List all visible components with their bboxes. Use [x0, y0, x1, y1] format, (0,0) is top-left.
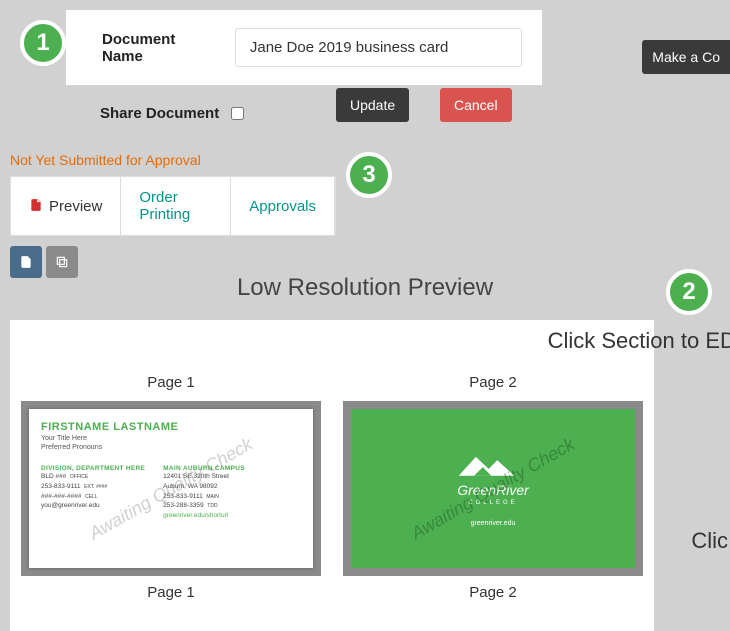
- card-left-header: DIVISION, DEPARTMENT HERE: [41, 465, 145, 472]
- card-right-header: MAIN AUBURN CAMPUS: [163, 465, 245, 472]
- document-name-panel: Document Name: [66, 10, 542, 85]
- annotation-badge-1: 1: [20, 20, 66, 66]
- tab-order-label: Order Printing: [139, 189, 212, 223]
- logo-text: GreenRiver: [457, 482, 529, 498]
- preview-title: Low Resolution Preview: [0, 274, 730, 302]
- document-name-label: Document Name: [102, 31, 217, 65]
- annotation-badge-2: 2: [666, 269, 712, 315]
- document-icon: [19, 255, 33, 269]
- copy-icon: [55, 255, 69, 269]
- share-document-label: Share Document: [100, 105, 219, 122]
- page-2-preview[interactable]: GreenRiver COLLEGE greenriver.edu Awaiti…: [343, 401, 643, 576]
- cancel-button[interactable]: Cancel: [440, 88, 512, 122]
- card-back-url: greenriver.edu: [471, 520, 516, 527]
- copy-tool-button[interactable]: [46, 246, 78, 278]
- click-below-text: Clic: [691, 528, 728, 554]
- page-1-preview[interactable]: FIRSTNAME LASTNAME Your Title Here Prefe…: [21, 401, 321, 576]
- tab-preview[interactable]: Preview: [11, 177, 121, 235]
- preview-area: Click Section to EDI Clic Page 1 FIRSTNA…: [10, 320, 654, 631]
- page-1-label-bottom: Page 1: [21, 584, 321, 601]
- annotation-badge-3: 3: [346, 152, 392, 198]
- page-1-label-top: Page 1: [21, 374, 321, 391]
- logo-sub: COLLEGE: [468, 500, 517, 506]
- mountain-icon: [448, 450, 538, 480]
- page-1-column: Page 1 FIRSTNAME LASTNAME Your Title Her…: [21, 374, 321, 601]
- tab-preview-label: Preview: [49, 198, 102, 215]
- share-document-checkbox[interactable]: [231, 107, 244, 120]
- pdf-icon: [29, 198, 43, 215]
- make-copy-button[interactable]: Make a Co: [642, 40, 730, 74]
- tab-approvals[interactable]: Approvals: [231, 177, 335, 235]
- card-pronouns: Preferred Pronouns: [41, 444, 301, 451]
- card-title: Your Title Here: [41, 435, 301, 442]
- page-2-column: Page 2 GreenRiver COLLEGE greenriver.edu…: [343, 374, 643, 601]
- document-name-input[interactable]: [235, 28, 522, 67]
- click-section-text: Click Section to EDI: [548, 328, 730, 354]
- tab-approvals-label: Approvals: [249, 198, 316, 215]
- tabs: Preview Order Printing Approvals: [10, 176, 336, 236]
- document-tool-button[interactable]: [10, 246, 42, 278]
- tab-order-printing[interactable]: Order Printing: [121, 177, 231, 235]
- share-document-row: Share Document: [100, 105, 730, 122]
- page-2-label-bottom: Page 2: [343, 584, 643, 601]
- page-2-label-top: Page 2: [343, 374, 643, 391]
- card-name: FIRSTNAME LASTNAME: [41, 421, 301, 433]
- update-button[interactable]: Update: [336, 88, 409, 122]
